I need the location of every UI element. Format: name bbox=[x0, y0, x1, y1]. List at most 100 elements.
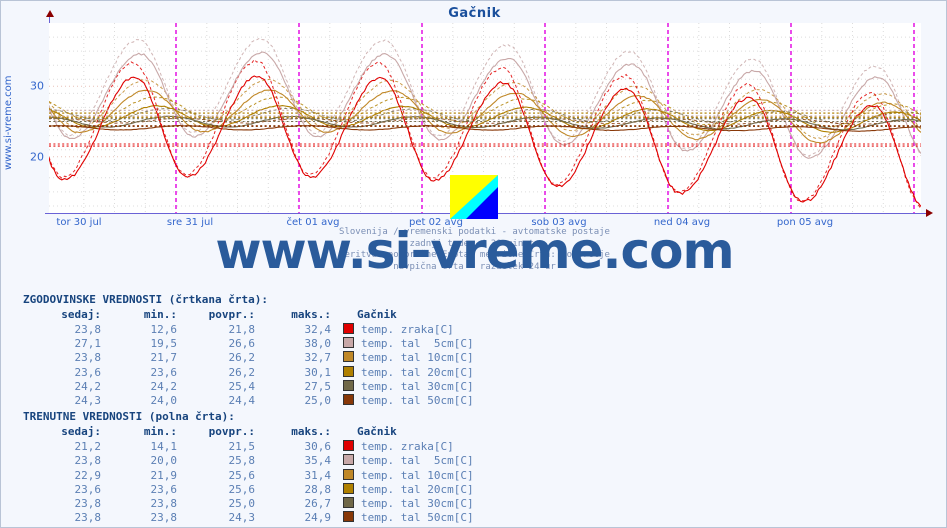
footer-line-3: Meritve: povprečne Enota: metrične Črta:… bbox=[339, 250, 610, 260]
series-label: temp. zraka[C] bbox=[361, 323, 454, 336]
table-header-row: sedaj: min.: povpr.: maks.: Gačnik bbox=[23, 424, 474, 440]
footer-line-4: navpična črta - razdelek 24 ur bbox=[393, 261, 556, 272]
cell-povpr: 25,4 bbox=[228, 379, 256, 393]
table-row: 23,8 20,0 25,8 35,4 temp. tal 5cm[C] bbox=[23, 454, 474, 468]
header-povpr: povpr.: bbox=[208, 425, 255, 439]
series-label: temp. tal 30cm[C] bbox=[361, 379, 474, 393]
cell-povpr: 26,2 bbox=[228, 365, 256, 379]
series-label: temp. tal 10cm[C] bbox=[361, 351, 474, 365]
cell-maks: 32,4 bbox=[304, 323, 332, 336]
cell-povpr: 25,6 bbox=[228, 468, 256, 482]
cell-sedaj: 27,1 bbox=[74, 337, 102, 351]
cell-maks: 32,7 bbox=[304, 351, 332, 365]
series-label: temp. tal 5cm[C] bbox=[361, 454, 474, 468]
cell-min: 12,6 bbox=[150, 323, 178, 336]
series-label: temp. tal 20cm[C] bbox=[361, 365, 474, 379]
series-color-swatch bbox=[343, 454, 354, 466]
table-row: 23,8 23,8 24,3 24,9 temp. tal 50cm[C] bbox=[23, 511, 474, 525]
cell-series: temp. tal 50cm[C] bbox=[331, 394, 474, 408]
cell-povpr: 26,2 bbox=[228, 351, 256, 365]
table-row: 23,8 12,6 21,8 32,4 temp. zraka[C] bbox=[23, 323, 474, 337]
cell-povpr: 21,8 bbox=[228, 323, 256, 336]
site-watermark-vertical: www.si-vreme.com bbox=[3, 75, 14, 171]
values-tables: ZGODOVINSKE VREDNOSTI (črtkana črta): se… bbox=[1, 293, 947, 527]
cell-min: 14,1 bbox=[150, 440, 178, 454]
cell-series: temp. tal 5cm[C] bbox=[331, 337, 474, 351]
current-values-title: TRENUTNE VREDNOSTI (polna črta): bbox=[23, 410, 235, 424]
series-label: temp. tal 30cm[C] bbox=[361, 497, 474, 511]
si-vreme-logo-icon bbox=[450, 175, 498, 219]
cell-min: 24,2 bbox=[150, 379, 178, 393]
cell-sedaj: 23,8 bbox=[74, 497, 102, 511]
cell-min: 20,0 bbox=[150, 454, 178, 468]
series-label: temp. tal 50cm[C] bbox=[361, 511, 474, 525]
cell-sedaj: 21,2 bbox=[74, 440, 102, 454]
header-sedaj: sedaj: bbox=[61, 308, 101, 321]
cell-sedaj: 23,8 bbox=[74, 351, 102, 365]
series-label: temp. zraka[C] bbox=[361, 440, 454, 454]
header-sedaj: sedaj: bbox=[61, 425, 101, 439]
historic-values-table: sedaj: min.: povpr.: maks.: Gačnik 23,8 1… bbox=[23, 307, 474, 408]
footer-line-2: zadnji teden / 30 minut. bbox=[409, 238, 540, 249]
cell-sedaj: 23,8 bbox=[74, 511, 102, 525]
cell-sedaj: 23,6 bbox=[74, 482, 102, 496]
cell-series: temp. tal 5cm[C] bbox=[331, 454, 474, 468]
cell-sedaj: 24,2 bbox=[74, 379, 102, 393]
footer-line-1: Slovenija / vremenski podatki - avtomats… bbox=[339, 227, 610, 237]
series-label: temp. tal 10cm[C] bbox=[361, 468, 474, 482]
cell-povpr: 21,5 bbox=[228, 440, 256, 454]
cell-povpr: 24,3 bbox=[228, 511, 256, 525]
cell-sedaj: 22,9 bbox=[74, 468, 102, 482]
series-color-swatch bbox=[343, 365, 354, 377]
cell-maks: 31,4 bbox=[304, 468, 332, 482]
series-color-swatch bbox=[343, 482, 354, 494]
cell-maks: 28,8 bbox=[304, 482, 332, 496]
cell-min: 23,6 bbox=[150, 365, 178, 379]
series-color-swatch bbox=[343, 337, 354, 349]
current-values-block: TRENUTNE VREDNOSTI (polna črta): sedaj: … bbox=[1, 410, 947, 525]
y-axis-arrow-icon bbox=[46, 10, 54, 17]
table-row: 24,2 24,2 25,4 27,5 temp. tal 30cm[C] bbox=[23, 379, 474, 394]
historic-values-title: ZGODOVINSKE VREDNOSTI (črtkana črta): bbox=[23, 293, 269, 306]
series-color-swatch bbox=[343, 379, 354, 391]
series-color-swatch bbox=[343, 440, 354, 452]
cell-series: temp. tal 50cm[C] bbox=[331, 511, 474, 525]
cell-series: temp. tal 20cm[C] bbox=[331, 365, 474, 380]
cell-maks: 27,5 bbox=[304, 379, 332, 393]
cell-min: 23,8 bbox=[150, 497, 178, 511]
series-color-swatch bbox=[343, 351, 354, 363]
table-row: 23,6 23,6 25,6 28,8 temp. tal 20cm[C] bbox=[23, 482, 474, 497]
series-label: temp. tal 50cm[C] bbox=[361, 394, 474, 408]
x-axis-arrow-icon bbox=[926, 209, 933, 217]
cell-maks: 30,6 bbox=[304, 440, 332, 454]
header-station: Gačnik bbox=[357, 425, 397, 439]
series-color-swatch bbox=[343, 468, 354, 480]
cell-min: 23,8 bbox=[150, 511, 178, 525]
table-row: 21,2 14,1 21,5 30,6 temp. zraka[C] bbox=[23, 440, 474, 454]
cell-povpr: 26,6 bbox=[228, 337, 256, 351]
series-color-swatch bbox=[343, 394, 354, 406]
cell-min: 23,6 bbox=[150, 482, 178, 496]
cell-maks: 26,7 bbox=[304, 497, 332, 511]
series-color-swatch bbox=[343, 323, 354, 334]
header-station: Gačnik bbox=[357, 308, 397, 321]
table-row: 23,8 23,8 25,0 26,7 temp. tal 30cm[C] bbox=[23, 497, 474, 511]
cell-series: temp. tal 10cm[C] bbox=[331, 468, 474, 483]
table-row: 22,9 21,9 25,6 31,4 temp. tal 10cm[C] bbox=[23, 468, 474, 483]
cell-sedaj: 23,8 bbox=[74, 323, 102, 336]
cell-series: temp. tal 10cm[C] bbox=[331, 351, 474, 365]
cell-series: temp. tal 20cm[C] bbox=[331, 482, 474, 497]
table-row: 24,3 24,0 24,4 25,0 temp. tal 50cm[C] bbox=[23, 394, 474, 408]
cell-maks: 35,4 bbox=[304, 454, 332, 468]
cell-min: 21,9 bbox=[150, 468, 178, 482]
header-min: min.: bbox=[143, 308, 177, 321]
cell-series: temp. tal 30cm[C] bbox=[331, 379, 474, 394]
cell-min: 21,7 bbox=[150, 351, 178, 365]
header-min: min.: bbox=[143, 425, 177, 439]
historic-values-block: ZGODOVINSKE VREDNOSTI (črtkana črta): se… bbox=[1, 293, 947, 408]
table-row: 23,8 21,7 26,2 32,7 temp. tal 10cm[C] bbox=[23, 351, 474, 365]
table-row: 27,1 19,5 26,6 38,0 temp. tal 5cm[C] bbox=[23, 337, 474, 351]
cell-maks: 25,0 bbox=[304, 394, 332, 408]
header-maks: maks.: bbox=[291, 425, 331, 439]
chart-area: Gačnik www.si-vreme.com 30 20 tor 30 jul… bbox=[1, 1, 947, 233]
